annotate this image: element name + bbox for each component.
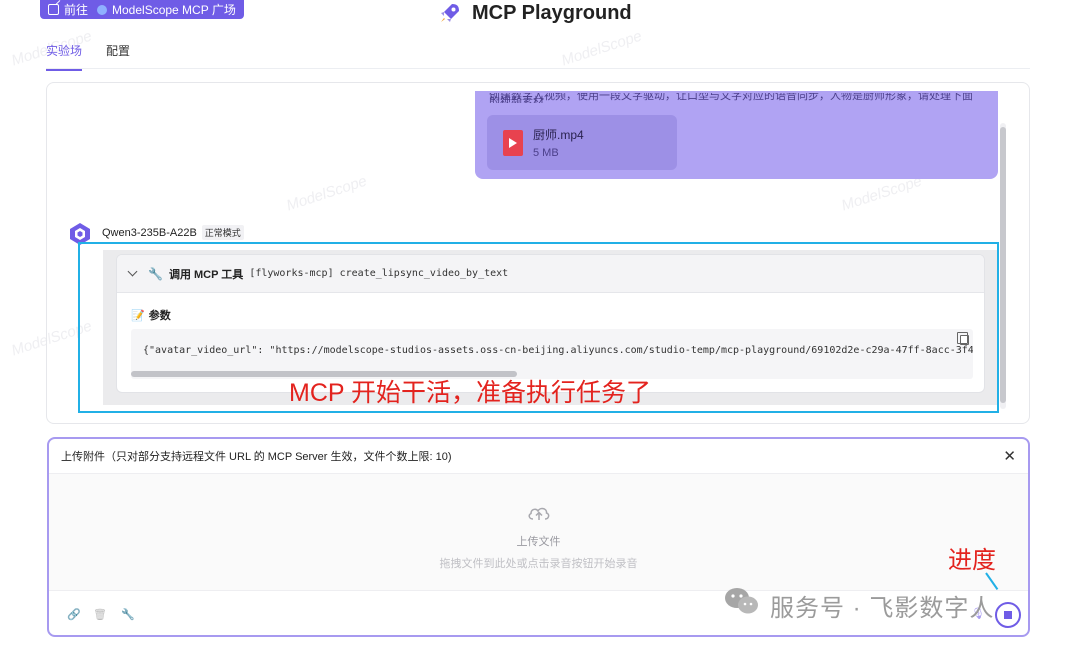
user-message-text: 创建数字人视频，使用一段文字驱动，让口型与文字对应的语音同步，人物是厨师形象，请…	[489, 93, 973, 103]
mode-badge: 正常模式	[201, 225, 244, 240]
link-icon[interactable]: 🔗	[67, 607, 81, 621]
stop-generation-button[interactable]	[995, 602, 1021, 628]
attachment-card[interactable]: 厨师.mp4 5 MB	[487, 115, 677, 170]
upload-header: 上传附件（只对部分支持远程文件 URL 的 MCP Server 生效，文件个数…	[49, 439, 1028, 473]
tab-bar: 实验场 配置	[46, 42, 130, 71]
tabs-divider	[46, 68, 1030, 69]
watermark-text: 服务号 · 飞影数字人	[770, 595, 995, 622]
upload-header-text: 上传附件（只对部分支持远程文件 URL 的 MCP Server 生效，文件个数…	[61, 451, 452, 463]
mcp-tool-icon[interactable]: 🔧	[121, 607, 135, 621]
annotation-progress: 进度	[948, 547, 996, 574]
attachment-name: 厨师.mp4	[533, 128, 584, 142]
close-icon[interactable]: ✕	[1003, 447, 1016, 465]
attachment-size: 5 MB	[533, 147, 559, 159]
user-message-bubble: 创建数字人视频，使用一段文字驱动，让口型与文字对应的语音同步，人物是厨师形象，请…	[475, 91, 998, 179]
chat-scrollbar-thumb[interactable]	[1000, 127, 1006, 403]
upload-title: 上传文件	[516, 536, 561, 548]
video-file-icon	[503, 129, 523, 156]
external-link-icon	[48, 4, 59, 15]
modelscope-watermark: ModelScope	[559, 27, 644, 70]
annotation-main: MCP 开始干活，准备执行任务了	[289, 379, 652, 407]
tab-playground[interactable]: 实验场	[46, 42, 83, 71]
page-header: MCP Playground	[438, 0, 632, 26]
model-name: Qwen3-235B-A22B	[102, 226, 197, 239]
goto-modelscope-link[interactable]: 前往 ModelScope MCP 广场	[40, 0, 244, 19]
bot-model-line: Qwen3-235B-A22B 正常模式	[102, 225, 244, 240]
cloud-upload-icon	[528, 507, 549, 520]
rocket-icon	[441, 4, 459, 22]
wechat-logo-icon	[725, 588, 758, 614]
modelscope-logo-icon	[97, 4, 108, 15]
page-title: MCP Playground	[472, 1, 632, 24]
upload-hint: 拖拽文件到此处或点击录音按钮开始录音	[439, 558, 638, 570]
goto-label: 前往	[64, 3, 89, 17]
tab-config[interactable]: 配置	[106, 42, 130, 71]
trash-icon[interactable]: 🗑	[93, 607, 107, 621]
mcp-playground-page: ModelScope ModelScope ModelScope ModelSc…	[0, 0, 1080, 647]
upload-dropzone[interactable]: 上传文件 拖拽文件到此处或点击录音按钮开始录音	[49, 473, 1028, 591]
goto-target: ModelScope MCP 广场	[112, 3, 236, 17]
